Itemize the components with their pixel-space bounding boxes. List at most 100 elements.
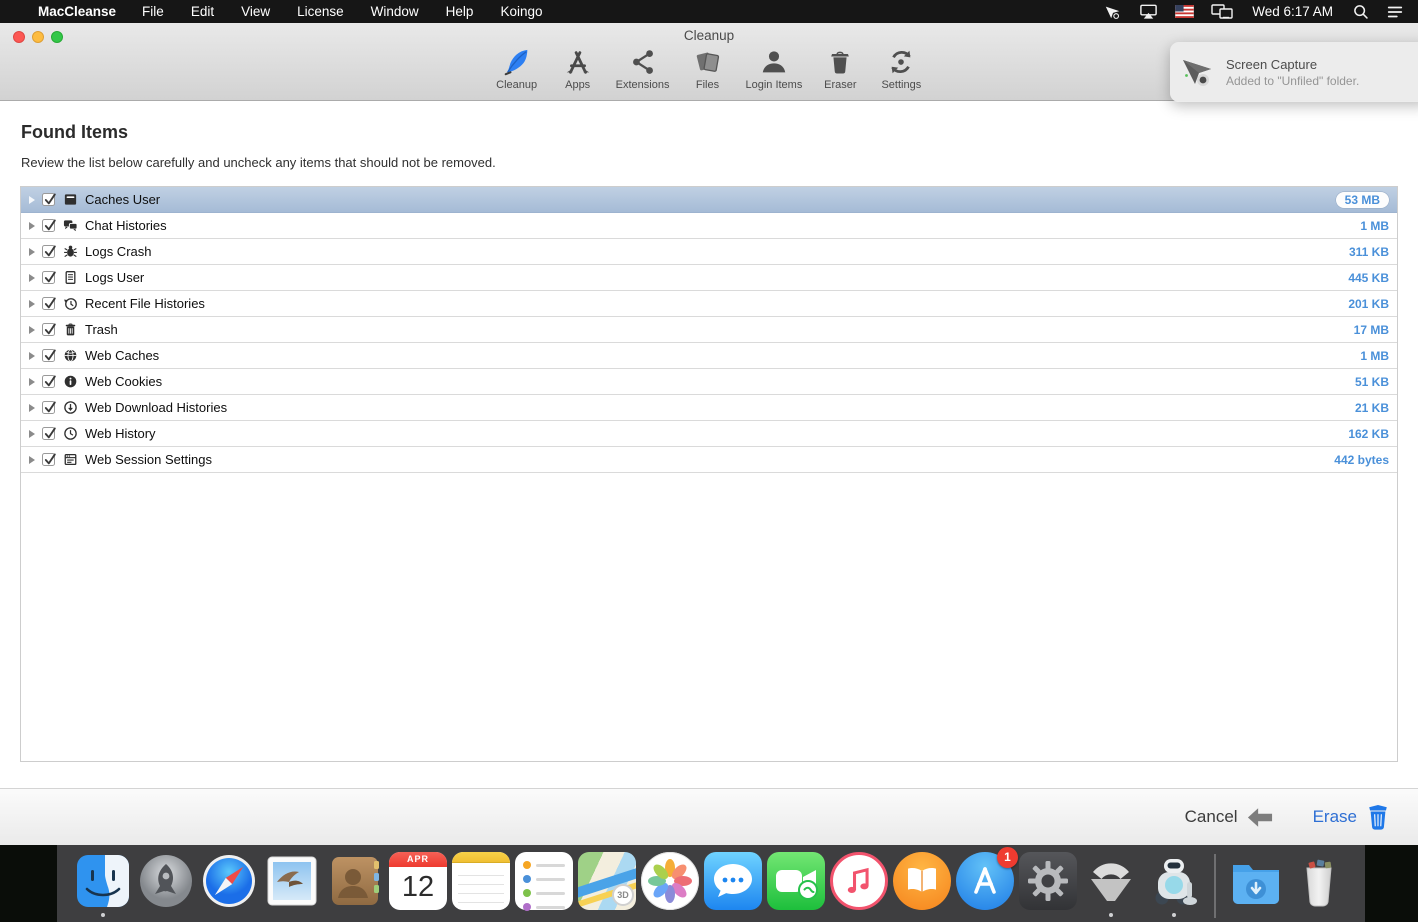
toolbar-settings[interactable]: Settings <box>878 47 924 91</box>
disclosure-triangle-icon[interactable] <box>29 326 35 334</box>
dock-maps[interactable]: 3D <box>578 852 636 910</box>
airplay-display-icon[interactable] <box>1139 2 1158 21</box>
dock-area: APR 12 3D <box>0 845 1418 922</box>
item-checkbox[interactable] <box>42 453 55 466</box>
toolbar-eraser[interactable]: Eraser <box>817 47 863 91</box>
screen-capture-menu-icon[interactable] <box>1104 3 1122 21</box>
menu-license[interactable]: License <box>297 4 344 19</box>
item-checkbox[interactable] <box>42 271 55 284</box>
notification-message: Added to "Unfiled" folder. <box>1226 74 1359 88</box>
erase-button[interactable]: Erase <box>1313 803 1390 831</box>
dock-downloads[interactable] <box>1227 852 1285 910</box>
dock: APR 12 3D <box>57 845 1365 922</box>
item-size-badge: 21 KB <box>1355 401 1389 415</box>
dock-separator <box>1214 854 1216 918</box>
contacts-icon <box>326 852 384 910</box>
disclosure-triangle-icon[interactable] <box>29 404 35 412</box>
app-store-badge: 1 <box>997 847 1018 868</box>
menu-edit[interactable]: Edit <box>191 4 214 19</box>
robot-icon <box>1145 852 1203 910</box>
notification-title: Screen Capture <box>1226 57 1359 72</box>
displays-menu-icon[interactable] <box>1211 3 1233 21</box>
screen-capture-app-icon <box>1180 54 1216 90</box>
menu-view[interactable]: View <box>241 4 270 19</box>
dock-app-store[interactable]: 1 <box>956 852 1014 910</box>
disclosure-triangle-icon[interactable] <box>29 248 35 256</box>
toolbar-extensions[interactable]: Extensions <box>616 47 670 91</box>
notification-banner[interactable]: Screen Capture Added to "Unfiled" folder… <box>1170 42 1418 102</box>
finder-icon <box>74 852 132 910</box>
spotlight-search-icon[interactable] <box>1352 3 1369 20</box>
dock-mail[interactable] <box>263 852 321 910</box>
list-item[interactable]: Web History162 KB <box>21 421 1397 447</box>
list-item[interactable]: Caches User53 MB <box>21 187 1397 213</box>
item-checkbox[interactable] <box>42 219 55 232</box>
dock-ibooks[interactable] <box>893 852 951 910</box>
list-item[interactable]: Web Cookies51 KB <box>21 369 1397 395</box>
dock-itunes[interactable] <box>830 852 888 910</box>
toolbar-files[interactable]: Files <box>684 47 730 91</box>
window-icon <box>63 452 78 467</box>
us-flag-input-icon[interactable] <box>1175 5 1194 18</box>
disclosure-triangle-icon[interactable] <box>29 352 35 360</box>
dock-koingo-updater[interactable] <box>1082 852 1140 910</box>
disclosure-triangle-icon[interactable] <box>29 430 35 438</box>
list-item[interactable]: Web Session Settings442 bytes <box>21 447 1397 473</box>
item-checkbox[interactable] <box>42 375 55 388</box>
dock-contacts[interactable] <box>326 852 384 910</box>
toolbar-login-items[interactable]: Login Items <box>745 47 802 91</box>
disclosure-triangle-icon[interactable] <box>29 300 35 308</box>
menu-app-name[interactable]: MacCleanse <box>38 4 116 19</box>
item-checkbox[interactable] <box>42 323 55 336</box>
dock-finder[interactable] <box>74 852 132 910</box>
disclosure-triangle-icon[interactable] <box>29 378 35 386</box>
dock-notes[interactable] <box>452 852 510 910</box>
item-checkbox[interactable] <box>42 427 55 440</box>
dock-system-preferences[interactable] <box>1019 852 1077 910</box>
dock-launchpad[interactable] <box>137 852 195 910</box>
item-checkbox[interactable] <box>42 401 55 414</box>
list-item[interactable]: Chat Histories1 MB <box>21 213 1397 239</box>
menu-bar-clock[interactable]: Wed 6:17 AM <box>1252 4 1333 19</box>
list-item-label: Caches User <box>85 192 160 207</box>
dock-trash[interactable] <box>1290 852 1348 910</box>
dock-calendar[interactable]: APR 12 <box>389 852 447 910</box>
list-item[interactable]: Logs Crash311 KB <box>21 239 1397 265</box>
dock-photos[interactable] <box>641 852 699 910</box>
item-size-badge: 162 KB <box>1348 427 1389 441</box>
menu-help[interactable]: Help <box>446 4 474 19</box>
menu-window[interactable]: Window <box>371 4 419 19</box>
list-item[interactable]: Logs User445 KB <box>21 265 1397 291</box>
item-checkbox[interactable] <box>42 297 55 310</box>
toolbar-cleanup[interactable]: Cleanup <box>494 47 540 91</box>
menu-file[interactable]: File <box>142 4 164 19</box>
person-icon <box>759 47 789 77</box>
item-checkbox[interactable] <box>42 349 55 362</box>
cancel-button[interactable]: Cancel <box>1185 807 1273 828</box>
dock-maccleanse[interactable] <box>1145 852 1203 910</box>
page-title: Found Items <box>21 122 128 143</box>
dock-facetime[interactable] <box>767 852 825 910</box>
found-items-list[interactable]: Caches User53 MBChat Histories1 MBLogs C… <box>20 186 1398 762</box>
item-checkbox[interactable] <box>42 245 55 258</box>
toolbar-apps[interactable]: Apps <box>555 47 601 91</box>
item-size-badge: 1 MB <box>1360 349 1389 363</box>
list-item[interactable]: Recent File Histories201 KB <box>21 291 1397 317</box>
dock-reminders[interactable] <box>515 852 573 910</box>
list-item[interactable]: Web Download Histories21 KB <box>21 395 1397 421</box>
list-item[interactable]: Web Caches1 MB <box>21 343 1397 369</box>
disclosure-triangle-icon[interactable] <box>29 196 35 204</box>
trash-can-icon <box>825 47 855 77</box>
dock-messages[interactable] <box>704 852 762 910</box>
disclosure-triangle-icon[interactable] <box>29 456 35 464</box>
disclosure-triangle-icon[interactable] <box>29 222 35 230</box>
menu-koingo[interactable]: Koingo <box>500 4 542 19</box>
notification-center-icon[interactable] <box>1386 3 1404 21</box>
disclosure-triangle-icon[interactable] <box>29 274 35 282</box>
list-item[interactable]: Trash17 MB <box>21 317 1397 343</box>
calendar-day: 12 <box>389 867 447 907</box>
dock-safari[interactable] <box>200 852 258 910</box>
trash-basket-icon <box>1290 852 1348 910</box>
item-checkbox[interactable] <box>42 193 55 206</box>
archive-icon <box>63 192 78 207</box>
